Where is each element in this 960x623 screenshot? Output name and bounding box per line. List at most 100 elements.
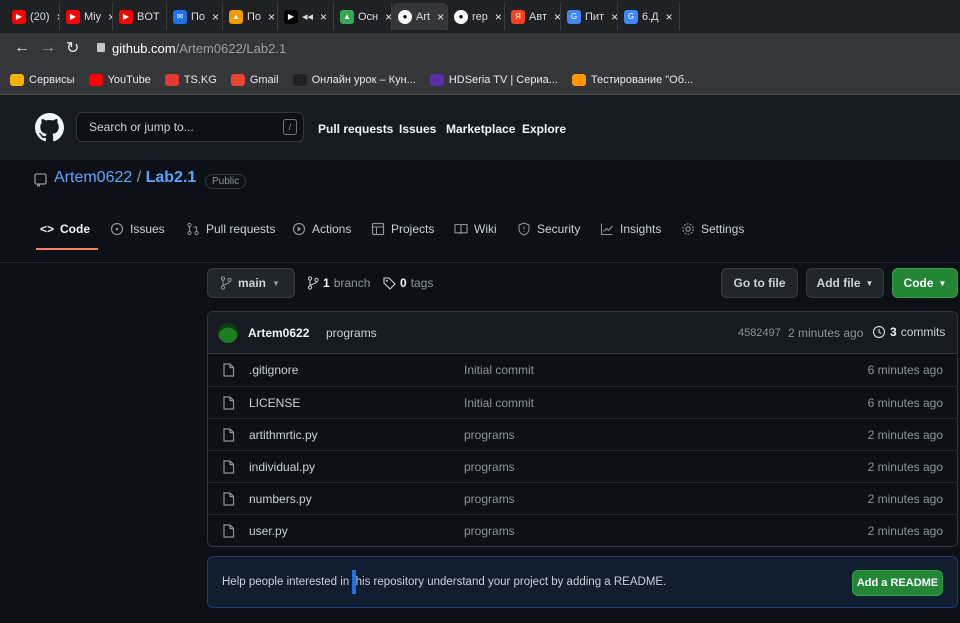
repo-title-separator: /: [132, 169, 146, 186]
tab-pull-requests[interactable]: Pull requests: [186, 222, 275, 236]
file-name-link[interactable]: LICENSE: [249, 396, 300, 410]
tab-security-label: Security: [537, 222, 581, 236]
bookmark-item[interactable]: Gmail: [230, 73, 279, 86]
bookmark-label: YouTube: [107, 73, 151, 86]
commit-message-link[interactable]: programs: [326, 326, 377, 340]
close-tab-icon[interactable]: ×: [495, 10, 502, 24]
close-tab-icon[interactable]: ×: [437, 10, 444, 24]
bookmark-item[interactable]: Сервисы: [10, 73, 75, 86]
github-logo-icon[interactable]: [35, 113, 64, 142]
reload-icon[interactable]: ↻: [66, 38, 79, 58]
table-row: artithmrtic.py programs 2 minutes ago: [208, 418, 957, 450]
bookmark-item[interactable]: YouTube: [88, 73, 151, 86]
commit-author-link[interactable]: Artem0622: [248, 326, 309, 340]
repo-name-link[interactable]: Lab2.1: [146, 169, 197, 186]
nav-explore[interactable]: Explore: [522, 122, 566, 136]
caret-down-icon: ▼: [865, 278, 874, 288]
tab-security[interactable]: Security: [517, 222, 580, 236]
close-tab-icon[interactable]: ×: [385, 10, 391, 24]
add-file-button[interactable]: Add file ▼: [806, 268, 884, 298]
file-commit-time: 6 minutes ago: [867, 363, 943, 377]
grid-icon: [10, 73, 24, 86]
table-row: individual.py programs 2 minutes ago: [208, 450, 957, 482]
repo-owner-link[interactable]: Artem0622: [54, 169, 132, 186]
file-commit-message-link[interactable]: Initial commit: [464, 396, 534, 410]
file-commit-time: 2 minutes ago: [867, 459, 943, 474]
tab-favicon-icon: ▶: [119, 9, 133, 24]
browser-tab[interactable]: G Пит ×: [561, 3, 618, 30]
bookmark-item[interactable]: HDSeria TV | Сериа...: [429, 73, 558, 86]
nav-marketplace[interactable]: Marketplace: [446, 122, 515, 136]
file-name-link[interactable]: individual.py: [249, 460, 315, 474]
url-field[interactable]: github.com/Artem0622/Lab2.1: [112, 41, 286, 56]
file-name-link[interactable]: numbers.py: [249, 492, 312, 506]
browser-tab[interactable]: ▶Miy×: [60, 3, 113, 30]
tab-actions[interactable]: Actions: [292, 222, 351, 236]
tab-wiki[interactable]: Wiki: [454, 222, 497, 236]
file-commit-message-link[interactable]: programs: [464, 524, 515, 538]
tab-code[interactable]: <> Code: [40, 222, 90, 236]
browser-tab[interactable]: ▶BOT×: [113, 3, 167, 30]
code-button[interactable]: Code ▼: [892, 268, 958, 298]
browser-tab[interactable]: ▶ ◂◂ ×: [278, 3, 334, 30]
nav-issues[interactable]: Issues: [399, 122, 436, 136]
close-tab-icon[interactable]: ×: [666, 10, 673, 24]
back-icon[interactable]: ←: [14, 39, 30, 57]
browser-tab[interactable]: ▲ Осн ×: [334, 3, 392, 30]
file-commit-message-link[interactable]: Initial commit: [464, 363, 534, 377]
tab-projects[interactable]: Projects: [371, 222, 434, 236]
avatar[interactable]: [218, 323, 238, 343]
lock-icon[interactable]: [97, 43, 105, 52]
tab-settings[interactable]: Settings: [681, 222, 744, 236]
shield-icon: [518, 222, 530, 236]
tab-pull-requests-label: Pull requests: [206, 222, 276, 236]
browser-tab[interactable]: Я Авт ×: [505, 3, 561, 30]
bookmark-item[interactable]: Тестирование "Об...: [571, 73, 693, 86]
file-icon: [222, 396, 235, 413]
close-tab-icon[interactable]: ×: [320, 10, 327, 24]
browser-tab[interactable]: G 6.Д ×: [618, 3, 680, 30]
commit-hash-link[interactable]: 4582497: [738, 327, 781, 339]
browser-tab[interactable]: ▲ По ×: [223, 3, 278, 30]
tab-insights[interactable]: Insights: [600, 222, 661, 236]
branch-count-link[interactable]: 1 branch: [307, 276, 370, 290]
close-tab-icon[interactable]: ×: [611, 10, 617, 24]
slash-key-hint: /: [283, 119, 297, 135]
tab-issues[interactable]: Issues: [110, 222, 165, 236]
close-tab-icon[interactable]: ×: [212, 10, 219, 24]
file-name-link[interactable]: user.py: [249, 524, 288, 538]
table-row: .gitignore Initial commit 6 minutes ago: [208, 354, 957, 386]
tab-label: По: [247, 10, 262, 23]
file-list-box: Artem0622 programs 4582497 2 minutes ago…: [207, 311, 958, 547]
visibility-badge: Public: [205, 174, 247, 189]
table-row: LICENSE Initial commit 6 minutes ago: [208, 386, 957, 418]
nav-pull-requests[interactable]: Pull requests: [318, 122, 393, 136]
file-name-link[interactable]: .gitignore: [249, 363, 298, 377]
go-to-file-button[interactable]: Go to file: [721, 268, 798, 298]
file-commit-message-link[interactable]: programs: [464, 492, 515, 506]
commits-link[interactable]: 3 commits: [872, 325, 945, 339]
tags-count-link[interactable]: 0 tags: [383, 276, 433, 290]
file-commit-message-link[interactable]: programs: [464, 428, 515, 442]
tab-settings-label: Settings: [701, 222, 745, 236]
bookmark-label: Онлайн урок – Кун...: [311, 73, 416, 86]
file-commit-message-link[interactable]: programs: [464, 460, 515, 474]
browser-tab[interactable]: ● Art ×: [392, 3, 448, 30]
browser-tab[interactable]: ✉ По ×: [167, 3, 223, 30]
file-name-link[interactable]: artithmrtic.py: [249, 428, 318, 442]
browser-tab[interactable]: ▶(20)×: [6, 3, 60, 30]
branch-word: branch: [333, 276, 371, 290]
branch-name: main: [238, 276, 267, 290]
close-tab-icon[interactable]: ×: [554, 10, 560, 24]
forward-icon[interactable]: →: [40, 39, 56, 57]
search-input[interactable]: Search or jump to... /: [76, 112, 304, 142]
branch-selector-button[interactable]: main ▼: [207, 268, 295, 298]
tab-insights-label: Insights: [620, 222, 662, 236]
commit-count: 3: [890, 325, 897, 339]
close-tab-icon[interactable]: ×: [268, 10, 275, 24]
bookmark-item[interactable]: Онлайн урок – Кун...: [292, 73, 416, 86]
browser-tab[interactable]: ● rep ×: [448, 3, 505, 30]
add-readme-button[interactable]: Add a README: [852, 570, 943, 596]
bookmark-item[interactable]: TS.KG: [164, 73, 217, 86]
code-icon: <>: [40, 222, 55, 236]
